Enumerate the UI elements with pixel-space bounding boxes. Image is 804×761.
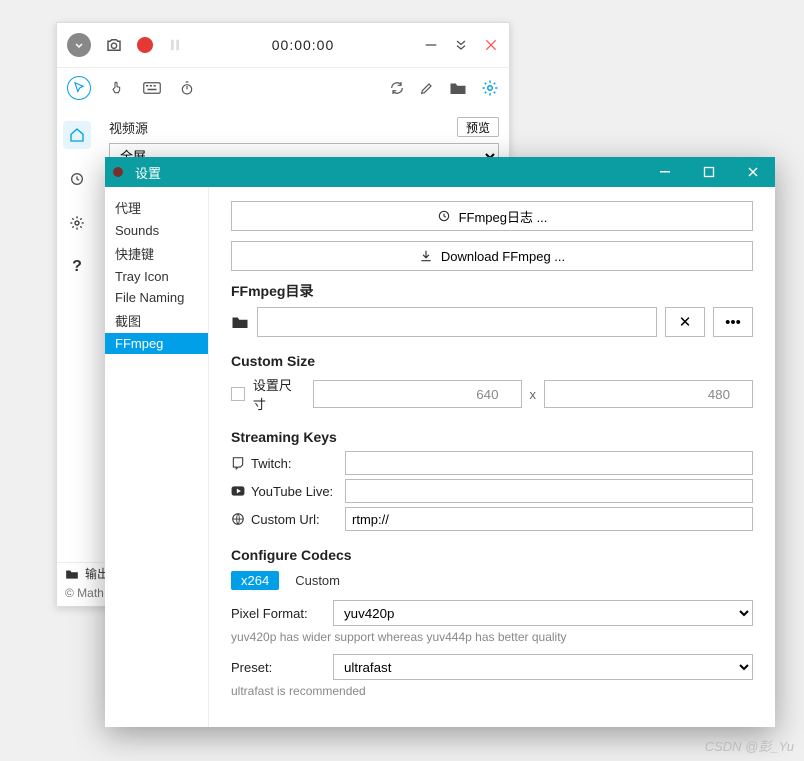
ffmpeg-log-label: FFmpeg日志 ...: [459, 207, 548, 226]
titlebar-dot-icon: [113, 167, 123, 177]
minimize-icon[interactable]: [423, 37, 439, 53]
win-close-button[interactable]: [731, 157, 775, 187]
pixel-format-label: Pixel Format:: [231, 606, 321, 621]
rail-help[interactable]: ?: [63, 253, 91, 281]
record-button[interactable]: [137, 37, 153, 53]
ffmpeg-dir-input[interactable]: [257, 307, 657, 337]
recorder-toolbar: [57, 67, 509, 107]
youtube-input[interactable]: [345, 479, 753, 503]
custom-url-input[interactable]: [345, 507, 753, 531]
download-ffmpeg-button[interactable]: Download FFmpeg ...: [231, 241, 753, 271]
refresh-icon[interactable]: [389, 80, 405, 96]
pause-icon[interactable]: [167, 37, 183, 53]
nav-tray-icon[interactable]: Tray Icon: [105, 266, 208, 287]
left-rail: ?: [57, 111, 97, 606]
gear-icon[interactable]: [481, 79, 499, 97]
camera-icon[interactable]: [105, 36, 123, 54]
globe-icon: [231, 512, 245, 526]
collapse-circle-icon[interactable]: [67, 33, 91, 57]
pixel-format-hint: yuv420p has wider support whereas yuv444…: [231, 630, 753, 644]
youtube-icon: [231, 485, 245, 497]
width-input[interactable]: [313, 380, 522, 408]
download-icon: [419, 249, 433, 263]
dir-browse-button[interactable]: •••: [713, 307, 753, 337]
chevron-double-down-icon[interactable]: [453, 37, 469, 53]
folder-icon: [231, 314, 249, 330]
nav-proxy[interactable]: 代理: [105, 195, 208, 220]
set-size-checkbox[interactable]: [231, 387, 245, 401]
youtube-label: YouTube Live:: [251, 484, 333, 499]
nav-file-naming[interactable]: File Naming: [105, 287, 208, 308]
custom-size-title: Custom Size: [231, 353, 753, 369]
twitch-label: Twitch:: [251, 456, 291, 471]
tab-custom[interactable]: Custom: [285, 571, 350, 590]
settings-titlebar: 设置: [105, 157, 775, 187]
rail-history[interactable]: [63, 165, 91, 193]
nav-hotkeys[interactable]: 快捷键: [105, 241, 208, 266]
nav-sounds[interactable]: Sounds: [105, 220, 208, 241]
folder-small-icon: [65, 568, 79, 580]
stopwatch-icon[interactable]: [179, 80, 195, 96]
nav-screenshot[interactable]: 截图: [105, 308, 208, 333]
by-label: x: [530, 387, 537, 402]
ffmpeg-log-button[interactable]: FFmpeg日志 ...: [231, 201, 753, 231]
folder-icon[interactable]: [449, 80, 467, 96]
twitch-icon: [231, 456, 245, 470]
dir-clear-button[interactable]: ✕: [665, 307, 705, 337]
brush-icon[interactable]: [419, 80, 435, 96]
cursor-icon[interactable]: [67, 76, 91, 100]
preview-button[interactable]: 预览: [457, 117, 499, 137]
rail-settings[interactable]: [63, 209, 91, 237]
preset-label: Preset:: [231, 660, 321, 675]
pixel-format-select[interactable]: yuv420p: [333, 600, 753, 626]
tab-x264[interactable]: x264: [231, 571, 279, 590]
recorder-topbar: 00:00:00: [57, 23, 509, 67]
settings-pane: FFmpeg日志 ... Download FFmpeg ... FFmpeg目…: [209, 187, 775, 727]
settings-dialog: 设置 代理 Sounds 快捷键 Tray Icon File Naming 截…: [105, 157, 775, 727]
preset-select[interactable]: ultrafast: [333, 654, 753, 680]
ffmpeg-dir-label: FFmpeg目录: [231, 281, 753, 301]
nav-ffmpeg[interactable]: FFmpeg: [105, 333, 208, 354]
twitch-input[interactable]: [345, 451, 753, 475]
custom-url-label: Custom Url:: [251, 512, 320, 527]
watermark: CSDN @彭_Yu: [705, 736, 794, 755]
timer-display: 00:00:00: [197, 37, 409, 53]
win-minimize-button[interactable]: [643, 157, 687, 187]
settings-title: 设置: [135, 163, 161, 182]
settings-nav: 代理 Sounds 快捷键 Tray Icon File Naming 截图 F…: [105, 187, 209, 727]
rail-home[interactable]: [63, 121, 91, 149]
streaming-title: Streaming Keys: [231, 429, 753, 445]
preset-hint: ultrafast is recommended: [231, 684, 753, 698]
height-input[interactable]: [544, 380, 753, 408]
download-ffmpeg-label: Download FFmpeg ...: [441, 249, 565, 264]
close-icon[interactable]: [483, 37, 499, 53]
set-size-label: 设置尺寸: [253, 375, 305, 413]
pointer-hand-icon[interactable]: [109, 80, 125, 96]
codecs-title: Configure Codecs: [231, 547, 753, 563]
keyboard-icon[interactable]: [143, 81, 161, 95]
video-source-label: 视频源: [109, 118, 148, 137]
history-icon: [437, 209, 451, 223]
win-maximize-button[interactable]: [687, 157, 731, 187]
